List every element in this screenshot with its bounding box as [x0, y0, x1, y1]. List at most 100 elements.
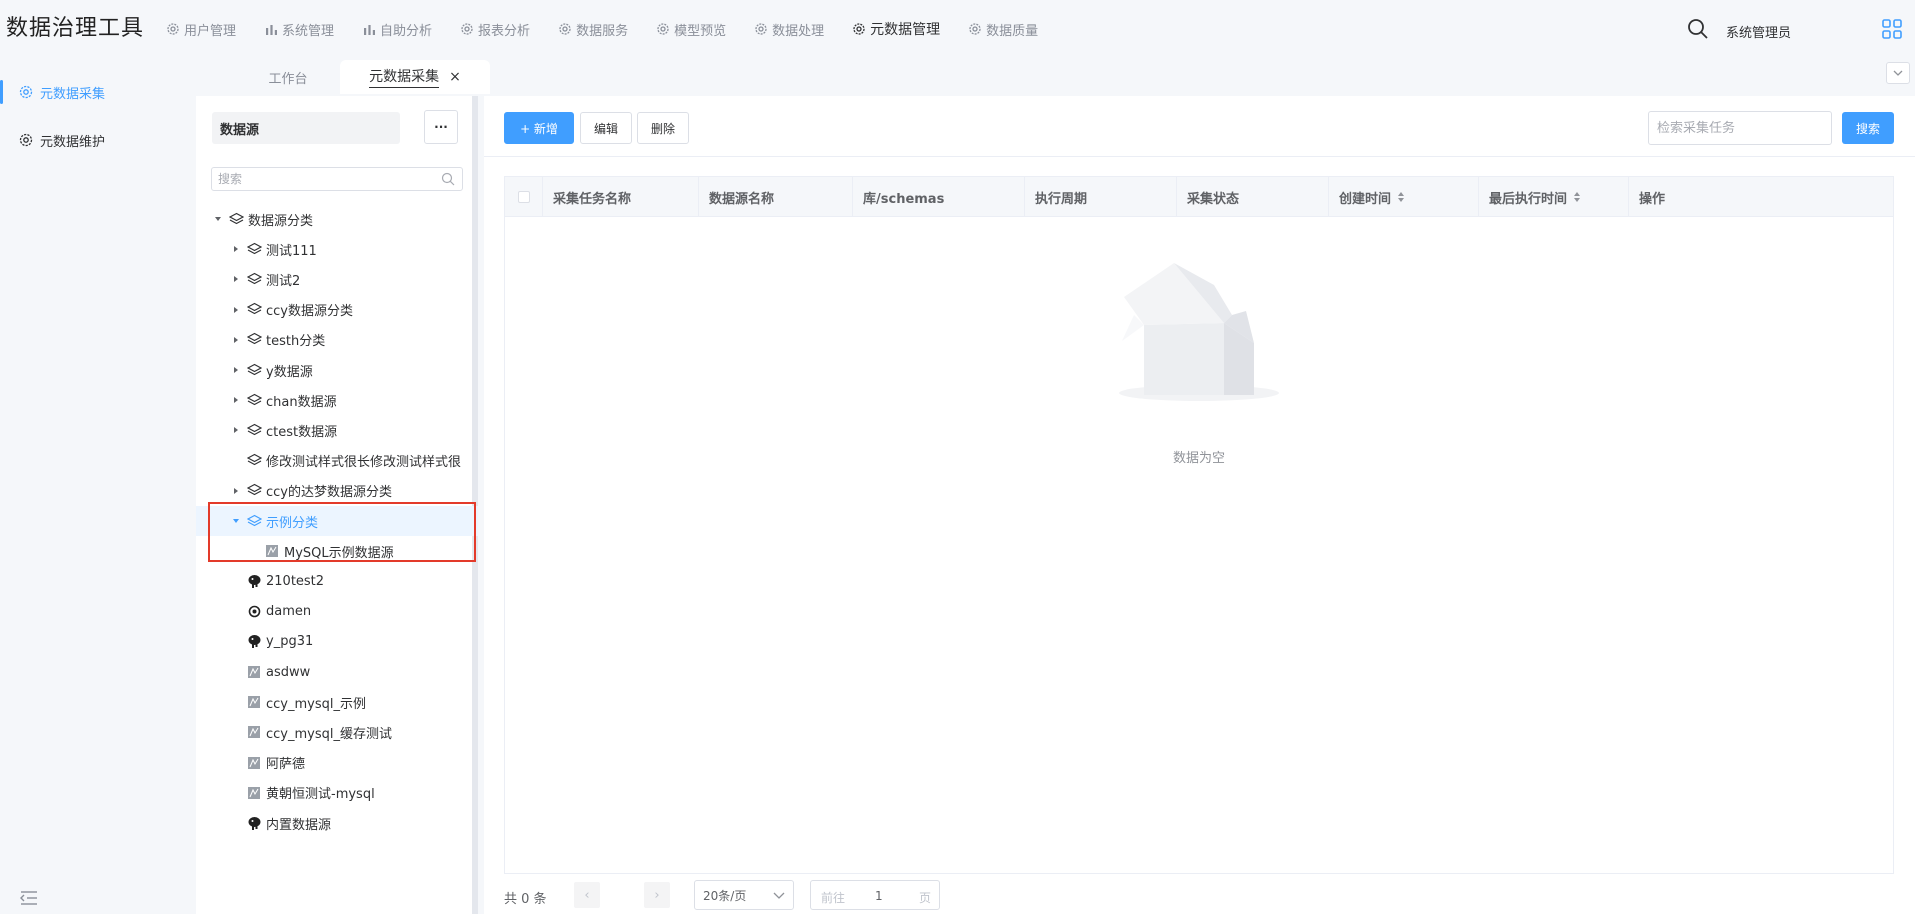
search-icon: [441, 172, 455, 186]
tree-node[interactable]: 测试111: [196, 234, 478, 264]
empty-state: 数据为空: [505, 245, 1893, 466]
caret-right-icon[interactable]: [230, 334, 242, 346]
column-label: 库/schemas: [863, 191, 945, 207]
layers-icon: [246, 422, 262, 438]
tree-node[interactable]: damen: [196, 597, 478, 627]
postgres-icon: [246, 815, 262, 831]
tree-node-label: 210test2: [266, 573, 325, 589]
tree-node-label: 测试2: [266, 273, 301, 289]
caret-right-icon[interactable]: [230, 485, 242, 497]
caret-right-icon[interactable]: [230, 364, 242, 376]
task-table: 采集任务名称 数据源名称 库/schemas 执行周期 采集状态 创建时间 最后…: [504, 176, 1894, 874]
nav-item-2[interactable]: 自助分析: [362, 18, 432, 40]
tabs-dropdown-button[interactable]: [1886, 62, 1910, 84]
tree-node-label: y数据源: [266, 364, 313, 380]
tree-node[interactable]: ccy_mysql_示例: [196, 687, 478, 717]
tree-node[interactable]: testh分类: [196, 325, 478, 355]
tree-node[interactable]: 内置数据源: [196, 808, 478, 838]
tab-workbench[interactable]: 工作台: [248, 60, 328, 94]
caret-right-icon[interactable]: [230, 243, 242, 255]
collapse-menu-icon[interactable]: [20, 890, 38, 906]
user-name[interactable]: 系统管理员: [1726, 22, 1791, 41]
search-icon[interactable]: [1686, 17, 1710, 41]
close-icon[interactable]: ×: [449, 69, 461, 85]
side-item-metadata-collection[interactable]: 元数据采集: [0, 72, 196, 112]
select-all-checkbox[interactable]: [517, 191, 530, 203]
nav-item-label: 报表分析: [478, 23, 531, 39]
mysql-icon: [264, 543, 280, 559]
nav-item-3[interactable]: 报表分析: [460, 18, 530, 40]
layers-icon: [246, 513, 262, 529]
tree-node-label: 内置数据源: [266, 817, 332, 833]
tree-node[interactable]: ccy数据源分类: [196, 295, 478, 325]
tree-node[interactable]: asdww: [196, 657, 478, 687]
layers-icon: [246, 362, 262, 378]
caret-right-icon[interactable]: [230, 304, 242, 316]
tree-node-label: y_pg31: [266, 634, 314, 650]
tree-node[interactable]: y_pg31: [196, 627, 478, 657]
caret-right-icon[interactable]: [230, 273, 242, 285]
tab-metadata-collection[interactable]: 元数据采集 ×: [340, 60, 490, 94]
caret-down-icon[interactable]: [230, 515, 242, 527]
tab-label: 元数据采集: [369, 66, 440, 88]
tree-node[interactable]: 黄朝恒测试-mysql: [196, 778, 478, 808]
tree-node[interactable]: 测试2: [196, 264, 478, 294]
tree-node[interactable]: ccy_mysql_缓存测试: [196, 717, 478, 747]
gear-icon: [656, 22, 670, 36]
tree-node[interactable]: 示例分类: [196, 506, 478, 536]
nav-item-0[interactable]: 用户管理: [166, 18, 236, 40]
caret-right-icon[interactable]: [230, 394, 242, 406]
page-size-select[interactable]: 20条/页: [694, 880, 794, 910]
app-grid-icon[interactable]: [1882, 19, 1902, 39]
mysql-icon: [246, 664, 262, 680]
tree-node[interactable]: 修改测试样式很长修改测试样式很: [196, 446, 478, 476]
sort-icon[interactable]: [1573, 191, 1581, 203]
column-header-last-run-time[interactable]: 最后执行时间: [1479, 177, 1629, 217]
nav-item-1[interactable]: 系统管理: [264, 18, 334, 40]
more-button[interactable]: ···: [424, 110, 458, 144]
nav-item-label: 系统管理: [282, 23, 335, 39]
side-item-metadata-maintenance[interactable]: 元数据维护: [0, 120, 196, 160]
column-header-created-time[interactable]: 创建时间: [1329, 177, 1479, 217]
next-page-button[interactable]: ›: [644, 882, 670, 908]
gear-icon: [18, 84, 34, 100]
edit-button[interactable]: 编辑: [580, 112, 632, 144]
tree-node[interactable]: MySQL示例数据源: [196, 536, 478, 566]
nav-item-4[interactable]: 数据服务: [558, 18, 628, 40]
search-button[interactable]: 搜索: [1842, 112, 1894, 144]
tree-node[interactable]: 阿萨德: [196, 748, 478, 778]
tree-node-label: 黄朝恒测试-mysql: [266, 787, 375, 803]
caret-down-icon[interactable]: [212, 213, 224, 225]
task-search-input[interactable]: [1648, 111, 1832, 145]
tree-node[interactable]: 210test2: [196, 566, 478, 596]
gear-icon: [18, 132, 34, 148]
tree-node-label: 测试111: [266, 243, 317, 259]
layers-icon: [246, 302, 262, 318]
tree-node-label: 数据源分类: [248, 213, 314, 229]
tree-node[interactable]: ccy的达梦数据源分类: [196, 476, 478, 506]
goto-page-input[interactable]: 1: [875, 889, 883, 903]
column-label: 采集状态: [1187, 191, 1240, 207]
tree-node[interactable]: 数据源分类: [196, 204, 478, 234]
layers-icon: [228, 211, 244, 227]
empty-text: 数据为空: [1172, 451, 1225, 466]
tree-node[interactable]: chan数据源: [196, 385, 478, 415]
prev-page-button[interactable]: ‹: [574, 882, 600, 908]
nav-item-label: 数据质量: [986, 23, 1039, 39]
tree-node[interactable]: y数据源: [196, 355, 478, 385]
nav-item-6[interactable]: 数据处理: [754, 18, 824, 40]
add-button[interactable]: + 新增: [504, 112, 574, 144]
gear-icon: [852, 22, 866, 36]
tree-search-input[interactable]: [211, 167, 463, 191]
nav-item-5[interactable]: 模型预览: [656, 18, 726, 40]
nav-item-8[interactable]: 数据质量: [968, 18, 1038, 40]
goto-page[interactable]: 前往 1 页: [810, 880, 940, 910]
tree-node-label: testh分类: [266, 334, 326, 350]
sort-icon[interactable]: [1397, 191, 1405, 203]
caret-right-icon[interactable]: [230, 424, 242, 436]
nav-item-7[interactable]: 元数据管理: [852, 18, 940, 40]
tree-node[interactable]: ctest数据源: [196, 415, 478, 445]
delete-button[interactable]: 删除: [637, 112, 689, 144]
